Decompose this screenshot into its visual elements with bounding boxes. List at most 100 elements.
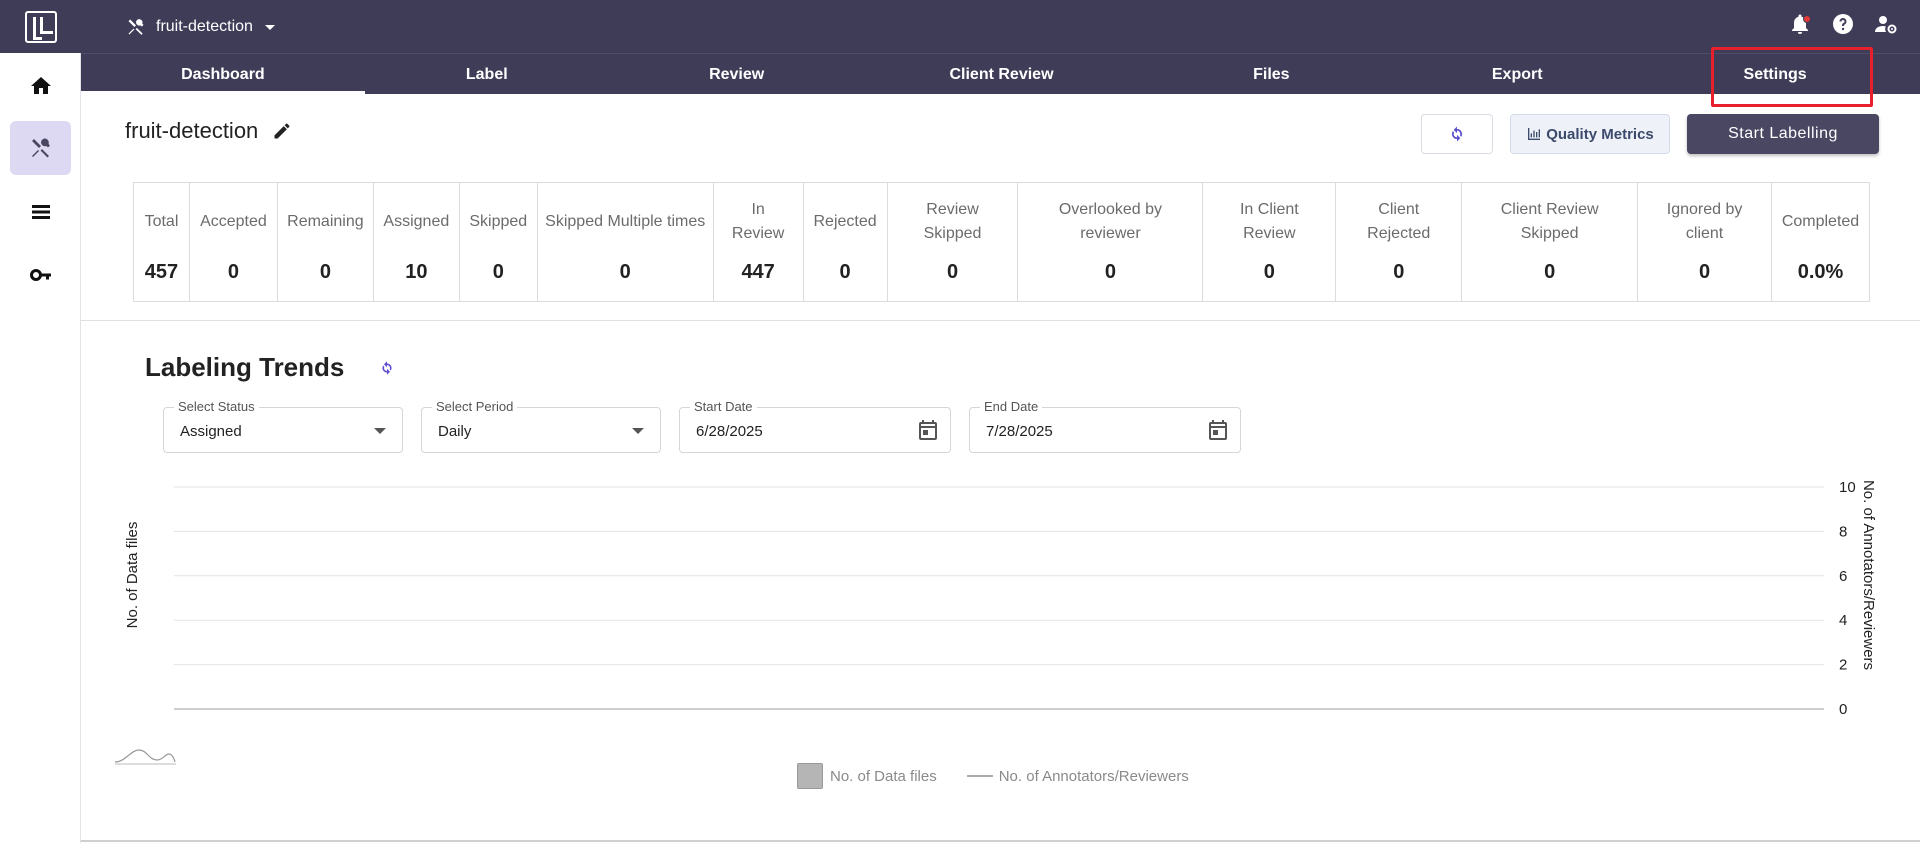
stat-client-review-skipped: Client Review Skipped 0 — [1462, 183, 1639, 301]
sidebar-item-list[interactable] — [10, 185, 71, 239]
end-date-field[interactable]: End Date 7/28/2025 — [969, 399, 1241, 453]
tab-files[interactable]: Files — [1138, 54, 1404, 95]
tab-bar: Dashboard Label Review Client Review Fil… — [81, 53, 1920, 95]
top-icons — [1788, 12, 1898, 36]
right-axis-tick-label: 8 — [1839, 523, 1847, 540]
stat-accepted: Accepted 0 — [190, 183, 278, 301]
stat-value: 0 — [227, 261, 239, 283]
app-root: fruit-detection Dashboard Label Review C… — [0, 0, 1920, 843]
stat-value: 0 — [492, 261, 504, 283]
stat-skipped: Skipped 0 — [460, 183, 538, 301]
quality-metrics-label: Quality Metrics — [1546, 125, 1654, 143]
stat-label: In Review — [731, 201, 785, 242]
right-axis-tick-label: 0 — [1839, 701, 1847, 718]
stat-review-skipped: Review Skipped 0 — [888, 183, 1019, 301]
stat-value: 0.0% — [1797, 261, 1844, 283]
stat-label: Completed — [1781, 213, 1860, 230]
top-bar: fruit-detection — [81, 0, 1920, 53]
stat-value: 447 — [741, 261, 775, 283]
end-date-label: End Date — [980, 399, 1043, 414]
logo-icon — [24, 10, 57, 43]
chart-legend: No. of Data files No. of Annotators/Revi… — [797, 763, 1189, 789]
chevron-down-icon — [374, 428, 386, 434]
start-date-value: 6/28/2025 — [696, 423, 763, 440]
bottom-divider — [81, 840, 1920, 842]
select-period[interactable]: Select Period Daily — [421, 399, 661, 453]
stat-rejected: Rejected 0 — [804, 183, 888, 301]
main-content: fruit-detection Quality Metrics Start La… — [81, 94, 1920, 843]
stat-value: 0 — [839, 261, 851, 283]
y-axis-label-left: No. of Data files — [124, 522, 141, 629]
page-title: fruit-detection — [125, 118, 259, 143]
stat-overlooked: Overlooked by reviewer 0 — [1018, 183, 1204, 301]
right-axis-tick-label: 6 — [1839, 568, 1847, 585]
start-labelling-button[interactable]: Start Labelling — [1687, 114, 1879, 154]
brush-thumbnail-icon[interactable] — [114, 749, 176, 763]
list-icon — [31, 205, 50, 219]
trends-title: Labeling Trends — [145, 352, 345, 382]
bar-chart-icon — [1528, 128, 1541, 140]
stat-label: Remaining — [287, 213, 364, 230]
labeling-trends-chart: 10 8 6 4 2 0 No. of Data files No. of Annotat… — [114, 479, 1877, 765]
tab-dashboard[interactable]: Dashboard — [81, 54, 365, 95]
title-row: fruit-detection — [125, 118, 292, 144]
legend-swatch-data-files — [797, 763, 823, 789]
stat-value: 457 — [144, 261, 179, 283]
stat-label: Total — [144, 213, 179, 230]
end-date-value: 7/28/2025 — [986, 423, 1053, 440]
select-period-value: Daily — [438, 423, 472, 440]
stat-ignored-by-client: Ignored by client 0 — [1638, 183, 1773, 301]
select-period-label: Select Period — [432, 399, 518, 414]
refresh-icon[interactable] — [378, 359, 396, 377]
stat-label: Ignored by client — [1666, 201, 1743, 242]
start-date-label: Start Date — [690, 399, 757, 414]
chevron-down-icon — [632, 428, 644, 434]
stat-total: Total 457 — [134, 183, 190, 301]
stat-remaining: Remaining 0 — [278, 183, 374, 301]
notification-button[interactable] — [1788, 12, 1812, 36]
stat-value: 0 — [619, 261, 631, 283]
sidebar-item-home[interactable] — [10, 59, 71, 113]
user-settings-button[interactable] — [1874, 12, 1898, 36]
start-date-field[interactable]: Start Date 6/28/2025 — [679, 399, 951, 453]
legend-label-data-files[interactable]: No. of Data files — [830, 768, 937, 785]
sidebar-item-key[interactable] — [10, 248, 71, 302]
help-icon — [1833, 14, 1853, 34]
stat-label: Client Rejected — [1367, 201, 1431, 242]
stat-label: Overlooked by reviewer — [1058, 201, 1163, 242]
calendar-icon[interactable] — [916, 418, 940, 442]
tools-icon — [31, 138, 50, 158]
quality-metrics-button[interactable]: Quality Metrics — [1510, 114, 1670, 154]
stat-label: Review Skipped — [923, 201, 982, 242]
help-button[interactable] — [1831, 12, 1855, 36]
stat-label: Assigned — [383, 213, 450, 230]
right-axis-tick-label: 10 — [1839, 479, 1856, 496]
project-selector[interactable]: fruit-detection — [126, 17, 275, 37]
stat-label: Skipped Multiple times — [545, 213, 706, 230]
right-axis-tick-label: 4 — [1839, 612, 1847, 629]
sidebar-item-tools[interactable] — [10, 121, 71, 175]
logo-box[interactable] — [0, 0, 81, 53]
sidebar — [0, 0, 81, 843]
tab-client-review[interactable]: Client Review — [865, 54, 1139, 95]
stat-value: 0 — [946, 261, 959, 283]
legend-label-annotators[interactable]: No. of Annotators/Reviewers — [999, 768, 1189, 785]
calendar-icon[interactable] — [1206, 418, 1230, 442]
stat-label: Rejected — [813, 213, 877, 230]
stat-assigned: Assigned 10 — [374, 183, 460, 301]
project-selector-label: fruit-detection — [156, 18, 253, 35]
stat-value: 0 — [1393, 261, 1405, 283]
y-axis-label-right: No. of Annotators/Reviewers — [1860, 480, 1877, 670]
select-status[interactable]: Select Status Assigned — [163, 399, 403, 453]
edit-icon[interactable] — [272, 121, 292, 141]
tab-label[interactable]: Label — [365, 54, 609, 95]
tab-export[interactable]: Export — [1404, 54, 1630, 95]
stat-value: 0 — [1104, 261, 1116, 283]
refresh-button[interactable] — [1421, 114, 1493, 154]
tab-review[interactable]: Review — [609, 54, 865, 95]
legend-line-annotators — [966, 775, 993, 777]
notification-badge — [1803, 15, 1811, 23]
stat-completed: Completed 0.0% — [1772, 183, 1869, 301]
user-settings-icon — [1875, 16, 1897, 34]
chevron-down-icon — [264, 24, 275, 30]
